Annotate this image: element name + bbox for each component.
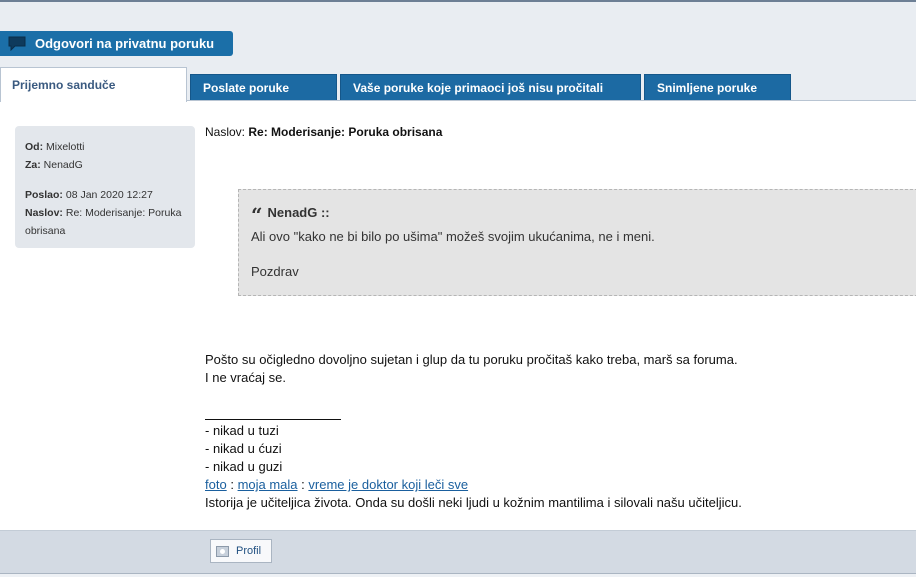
bottom-border (0, 573, 916, 577)
signature-divider (205, 419, 341, 420)
tab-saved[interactable]: Snimljene poruke (644, 74, 791, 101)
signature-line: - nikad u ćuzi (205, 441, 282, 456)
info-to: Za: NenadG (25, 159, 83, 171)
tab-inbox[interactable]: Prijemno sanduče (0, 67, 187, 102)
signature-link-moja-mala[interactable]: moja mala (238, 477, 298, 492)
from-value: Mixelotti (46, 141, 85, 153)
tab-label: Snimljene poruke (657, 81, 758, 95)
signature: - nikad u tuzi - nikad u ćuzi - nikad u … (205, 401, 905, 512)
profile-icon (216, 545, 229, 557)
link-separator: : (230, 477, 234, 492)
quote-block: “ NenadG :: Ali ovo "kako ne bi bilo po … (238, 189, 916, 296)
speech-bubble-icon (8, 36, 26, 51)
message-subject: Naslov: Re: Moderisanje: Poruka obrisana (205, 125, 442, 139)
message-footer: Profil (0, 530, 916, 573)
signature-line: - nikad u tuzi (205, 423, 279, 438)
tab-sent[interactable]: Poslate poruke (190, 74, 337, 101)
signature-motto: Istorija je učiteljica života. Onda su d… (205, 495, 742, 510)
tab-label: Prijemno sanduče (12, 78, 116, 92)
sent-value: 08 Jan 2020 12:27 (65, 189, 153, 201)
message-panel: Od: Mixelotti Za: NenadG Poslao: 08 Jan … (0, 100, 916, 530)
quote-line: Pozdrav (251, 264, 299, 279)
message-body: Pošto su očigledno dovoljno sujetan i gl… (205, 351, 905, 387)
signature-link-vreme[interactable]: vreme je doktor koji leči sve (308, 477, 468, 492)
tab-unread-by-recipients[interactable]: Vaše poruke koje primaoci još nisu proči… (340, 74, 641, 101)
quote-author: NenadG :: (267, 205, 330, 220)
message-line: I ne vraćaj se. (205, 370, 286, 385)
info-from: Od: Mixelotti (25, 141, 85, 153)
reply-button-label: Odgovori na privatnu poruku (35, 36, 215, 51)
reply-button[interactable]: Odgovori na privatnu poruku (0, 31, 233, 56)
signature-line: - nikad u guzi (205, 459, 283, 474)
quote-mark-icon: “ (251, 203, 263, 227)
link-separator: : (301, 477, 305, 492)
mailbox-tabs: Prijemno sanduče Poslate poruke Vaše por… (0, 67, 916, 102)
info-subject: Naslov: Re: Moderisanje: Poruka obrisana (25, 207, 182, 237)
signature-links: foto : moja mala : vreme je doktor koji … (205, 476, 905, 494)
message-info-box: Od: Mixelotti Za: NenadG Poslao: 08 Jan … (15, 126, 195, 248)
profile-label: Profil (236, 545, 262, 557)
signature-link-foto[interactable]: foto (205, 477, 227, 492)
tab-label: Poslate poruke (203, 81, 290, 95)
message-line: Pošto su očigledno dovoljno sujetan i gl… (205, 352, 738, 367)
to-value: NenadG (43, 159, 83, 171)
profile-button[interactable]: Profil (210, 539, 272, 563)
info-sent: Poslao: 08 Jan 2020 12:27 (25, 189, 153, 201)
quote-line: Ali ovo "kako ne bi bilo po ušima" možeš… (251, 229, 655, 244)
subject-label: Naslov: (205, 125, 246, 139)
top-border (0, 0, 916, 2)
quote-header: “ NenadG :: (251, 203, 915, 227)
tab-label: Vaše poruke koje primaoci još nisu proči… (353, 81, 604, 95)
subject-text: Re: Moderisanje: Poruka obrisana (248, 125, 443, 139)
